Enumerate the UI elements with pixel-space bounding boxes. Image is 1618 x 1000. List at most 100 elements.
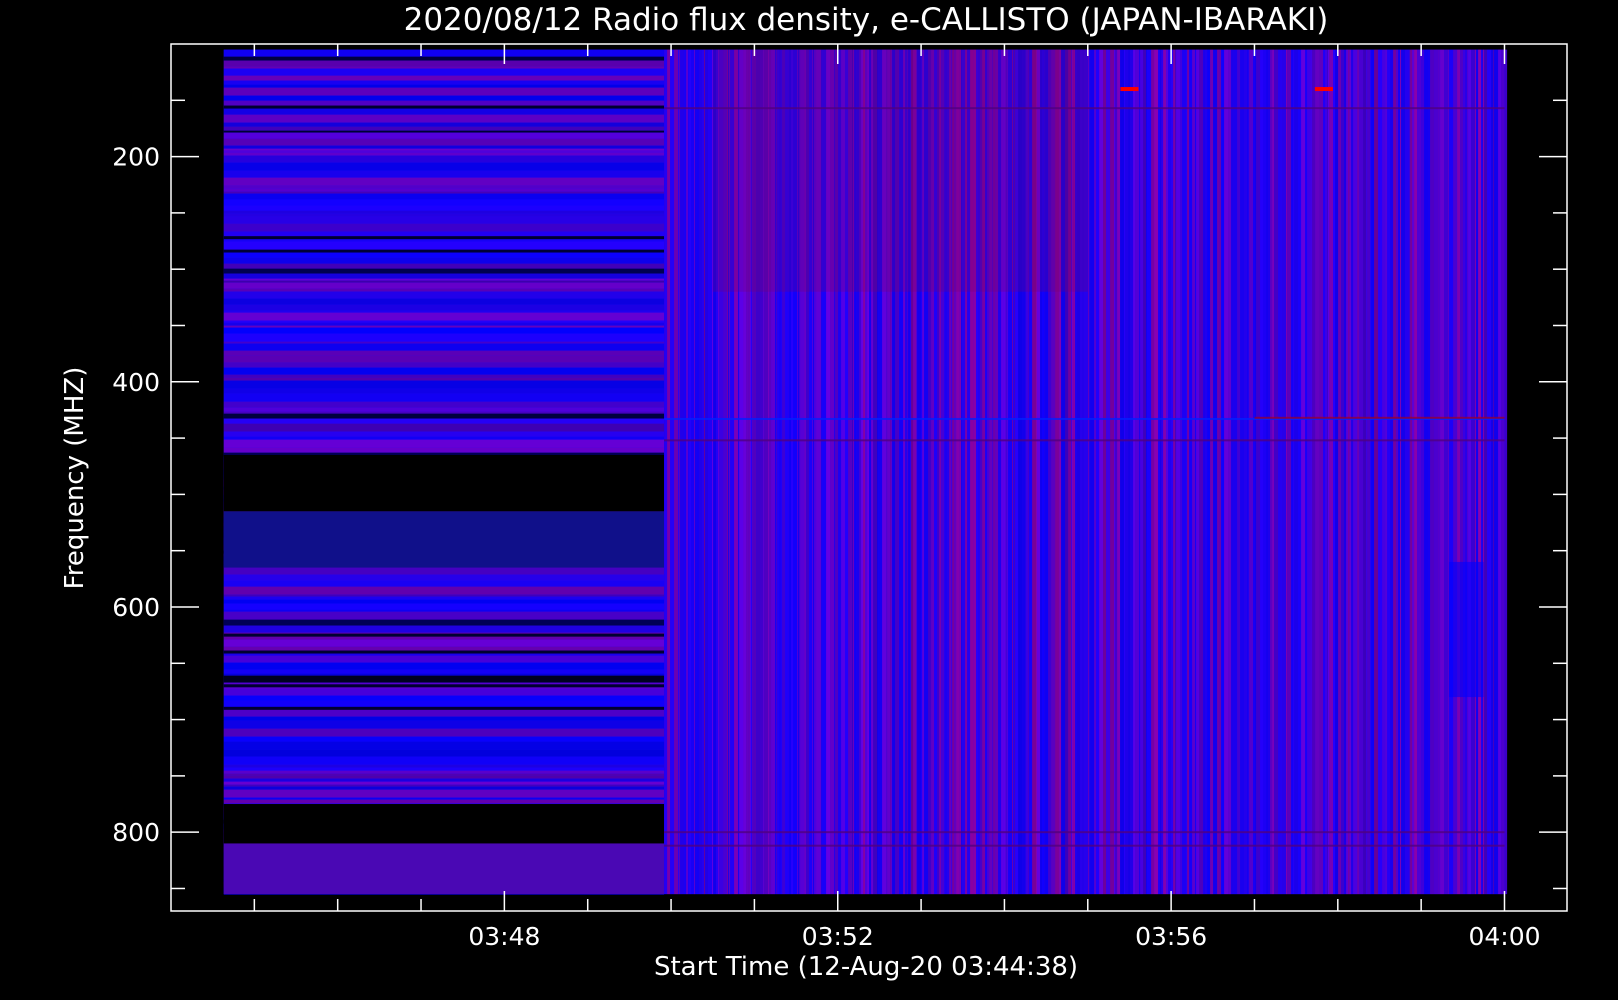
heatmap-right-column [1286,49,1288,895]
heatmap-left-stripe [223,273,665,279]
heatmap-left-stripe [223,609,665,612]
heatmap-left-stripe [223,736,665,742]
heatmap-red-patch [712,49,1088,292]
heatmap-right-column [1130,49,1134,895]
x-axis-label: Start Time (12-Aug-20 03:44:38) [654,952,1078,982]
heatmap-right-column [1256,49,1261,895]
heatmap-no-data-band [223,804,665,844]
heatmap-right-column [1457,49,1461,895]
heatmap-left-stripe [223,304,665,311]
heatmap-right-column [1400,49,1402,895]
heatmap-right-column [1140,49,1144,895]
heatmap-right-column [708,49,713,895]
heatmap-left-stripe [223,639,665,647]
heatmap-right-column [1260,49,1264,895]
heatmap-right-column [1333,49,1336,895]
heatmap-right-column [1494,49,1499,895]
heatmap-right-column [1430,49,1435,895]
heatmap-right-column [1460,49,1464,895]
heatmap-right-column [1189,49,1193,895]
heatmap-right-column [1335,49,1339,895]
heatmap-right-column [1438,49,1440,895]
heatmap-right-column [1327,49,1329,895]
heatmap-left-stripe [223,312,665,321]
heatmap-left-stripe [223,350,665,356]
heatmap-left-stripe [223,322,665,326]
heatmap-left-stripe [223,708,665,717]
heatmap-left-stripe [223,249,665,253]
heatmap-left-stripe [223,393,665,402]
x-tick-label: 03:52 [802,922,874,951]
heatmap-left-stripe [223,411,665,414]
heatmap-right-column [689,49,692,895]
heatmap-right-column [1484,49,1488,895]
heatmap-right-column [1221,49,1225,895]
heatmap-right-column [1350,49,1352,895]
heatmap-right-column [1293,49,1295,895]
heatmap-right-column [1396,49,1399,895]
emission-spot [1314,87,1333,92]
heatmap-right-column [1133,49,1136,895]
heatmap-left-stripe [223,193,665,200]
heatmap-right-column [1160,49,1162,895]
heatmap-right-column [1135,49,1140,895]
heatmap-blue-patch [1448,561,1484,698]
spectrogram-chart: 2020/08/12 Radio flux density, e-CALLIST… [0,0,1618,1000]
heatmap-left-stripe [223,447,665,453]
heatmap-right-column [1203,49,1206,895]
heatmap-right-column [1393,49,1397,895]
heatmap-right-column [1103,49,1107,895]
heatmap-right-column [1434,49,1439,895]
heatmap-right-column [1481,49,1483,895]
heatmap-left-stripe [223,325,665,328]
heatmap-right-column [684,49,687,895]
heatmap-right-column [1465,49,1468,895]
heatmap-right-column [691,49,695,895]
heatmap-right-column [1124,49,1126,895]
heatmap-right-column [1125,49,1129,895]
y-tick-label: 800 [112,818,160,847]
heatmap [223,49,1508,895]
heatmap-right-column [1247,49,1249,895]
heatmap-left-stripe [223,148,665,151]
heatmap-left-stripe [223,257,665,264]
heatmap-left-stripe [223,362,665,368]
heatmap-right-column [1240,49,1245,895]
heatmap-right-column [1298,49,1301,895]
heatmap-right-column [702,49,705,895]
heatmap-right-column [1248,49,1250,895]
heatmap-left-stripe [223,756,665,765]
heatmap-left-stripe [223,566,665,575]
heatmap-right-column [686,49,689,895]
heatmap-right-column [1120,49,1125,895]
heatmap-left-stripe [223,268,665,274]
heatmap-right-column [1444,49,1449,895]
heatmap-left-dark-line [223,105,665,109]
heatmap-right-column [1328,49,1330,895]
heatmap-right-column [1263,49,1267,895]
heatmap-right-column [1182,49,1187,895]
heatmap-right-column [1312,49,1316,895]
heatmap-left-stripe [223,789,665,798]
heatmap-right-column [1199,49,1204,895]
heatmap-right-column [1338,49,1342,895]
heatmap-right-column [705,49,709,895]
heatmap-right-column [1300,49,1302,895]
y-tick-label: 400 [112,368,160,397]
heatmap-right-column [1366,49,1368,895]
heatmap-right-column [1378,49,1383,895]
heatmap-right-column [1421,49,1425,895]
heatmap-left-stripe [223,770,665,774]
heatmap-right-column [1110,49,1115,895]
heatmap-right-column [1213,49,1218,895]
heatmap-right-column [1139,49,1141,895]
heatmap-right-column [1162,49,1164,895]
heatmap-right-column [1478,49,1482,895]
heatmap-right-column [1370,49,1372,895]
heatmap-left-stripe [223,114,665,123]
heatmap-left-stripe [223,162,665,171]
heatmap-right-column [1099,49,1104,895]
heatmap-left-stripe [223,784,665,787]
heatmap-left-stripe [223,288,665,292]
heatmap-left-stripe [223,280,665,283]
